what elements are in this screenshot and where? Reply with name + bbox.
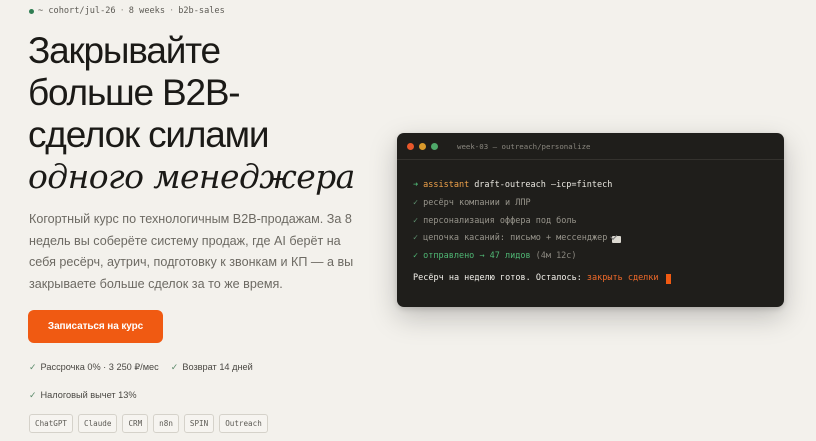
perks-list: ✓ Рассрочка 0% · 3 250 ₽/мес ✓ Возврат 1… — [29, 360, 329, 402]
check-icon: ✓ — [413, 233, 419, 244]
title-line-2: больше B2B- — [28, 72, 241, 113]
perk-label: Налоговый вычет 13% — [40, 390, 137, 400]
page-title: Закрывайте больше B2B- сделок силами одн… — [28, 30, 368, 198]
breadcrumb-track: b2b-sales — [178, 6, 225, 16]
prompt-arrow-icon: ➜ — [413, 180, 419, 190]
cursor-icon — [665, 273, 671, 284]
check-icon: ✓ — [413, 197, 419, 208]
tag-spin: SPIN — [183, 414, 215, 433]
tag-claude: Claude — [78, 414, 118, 433]
step-text: ресёрч компании и ЛПР — [423, 197, 531, 208]
status-dot-icon — [29, 8, 34, 14]
check-icon: ✓ — [413, 251, 419, 262]
final-line: Ресёрч на неделю готов. Осталось: закрыт… — [413, 270, 784, 288]
breadcrumb-duration: 8 weeks — [128, 6, 166, 16]
step-text: персонализация оффера под боль — [423, 215, 577, 226]
command-args: draft-outreach —icp=fintech — [474, 180, 613, 190]
perk-label: Возврат 14 дней — [182, 362, 253, 372]
enroll-button[interactable]: Записаться на курс — [28, 310, 163, 343]
command-name: assistant — [423, 180, 470, 190]
title-line-3: сделок силами — [28, 114, 270, 155]
terminal-body: ➜ assistant draft-outreach —icp=fintech … — [397, 160, 784, 288]
sent-time: (4м 12с) — [535, 251, 577, 262]
breadcrumb-separator: · — [169, 6, 175, 16]
breadcrumb: ~ cohort/jul-26 · 8 weeks · b2b-sales — [29, 6, 225, 16]
close-light-icon — [407, 142, 414, 150]
terminal-window: week-03 — outreach/personalize ➜ assista… — [397, 133, 784, 307]
sent-line: ✓ отправлено → 47 лидов (4м 12с) — [413, 248, 784, 266]
check-icon: ✓ — [29, 361, 37, 372]
tool-tags: ChatGPT Claude CRM n8n SPIN Outreach — [29, 414, 268, 433]
tag-n8n: n8n — [153, 414, 179, 433]
step-line: ✓ ресёрч компании и ЛПР — [413, 195, 784, 213]
tag-outreach: Outreach — [219, 414, 268, 433]
check-icon: ✓ — [413, 215, 419, 226]
mail-icon — [612, 235, 622, 243]
perk-label: Рассрочка 0% · 3 250 ₽/мес — [40, 361, 159, 372]
perk-installment: ✓ Рассрочка 0% · 3 250 ₽/мес — [29, 360, 159, 374]
sent-label: отправлено → 47 лидов — [423, 251, 531, 262]
step-line: ✓ персонализация оффера под боль — [413, 213, 784, 231]
perk-tax-deduction: ✓ Налоговый вычет 13% — [29, 388, 329, 402]
lead-paragraph: Когортный курс по технологичным B2B-прод… — [29, 212, 354, 291]
tag-crm: CRM — [122, 414, 149, 433]
breadcrumb-separator: · — [119, 6, 125, 16]
perk-refund: ✓ Возврат 14 дней — [171, 360, 253, 374]
title-line-1: Закрывайте — [28, 30, 221, 71]
final-link: закрыть сделки — [586, 272, 659, 283]
minimize-light-icon — [419, 142, 426, 150]
final-text: Ресёрч на неделю готов. Осталось: — [413, 272, 582, 283]
command-line: ➜ assistant draft-outreach —icp=fintech — [413, 177, 784, 195]
step-text: цепочка касаний: письмо + мессенджер — [423, 233, 608, 244]
step-line: ✓ цепочка касаний: письмо + мессенджер — [413, 230, 784, 248]
terminal-title: week-03 — outreach/personalize — [457, 141, 591, 151]
breadcrumb-cohort: ~ cohort/jul-26 — [38, 6, 116, 16]
title-accent: одного менеджера — [28, 157, 355, 196]
check-icon: ✓ — [29, 389, 37, 400]
tag-chatgpt: ChatGPT — [29, 414, 74, 433]
check-icon: ✓ — [170, 361, 179, 372]
terminal-titlebar: week-03 — outreach/personalize — [397, 133, 784, 160]
maximize-light-icon — [431, 142, 438, 150]
